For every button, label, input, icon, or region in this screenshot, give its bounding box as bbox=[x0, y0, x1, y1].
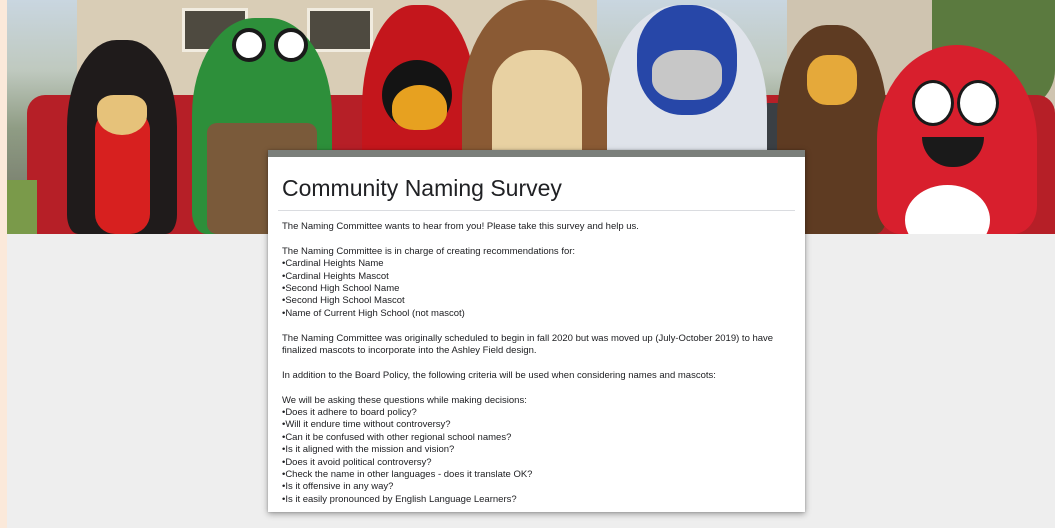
form-description: The Naming Committee wants to hear from … bbox=[268, 211, 805, 506]
charge-item: •Second High School Name bbox=[282, 283, 400, 295]
question-item: •Does it avoid political controversy? bbox=[282, 456, 432, 468]
questions-heading: We will be asking these questions while … bbox=[282, 394, 527, 406]
question-item: •Can it be confused with other regional … bbox=[282, 431, 512, 443]
banner-grass bbox=[7, 180, 37, 234]
form-title: Community Naming Survey bbox=[282, 175, 562, 201]
question-item: •Is it aligned with the mission and visi… bbox=[282, 444, 455, 456]
charge-heading: The Naming Committee is in charge of cre… bbox=[282, 245, 576, 257]
charge-item: •Cardinal Heights Name bbox=[282, 258, 384, 270]
schedule-text: finalized mascots to incorporate into th… bbox=[282, 345, 537, 357]
mascot-cardinal-black bbox=[67, 40, 177, 234]
question-item: •Is it offensive in any way? bbox=[282, 481, 394, 493]
charge-item: •Cardinal Heights Mascot bbox=[282, 270, 389, 282]
card-accent-strip bbox=[268, 150, 805, 157]
banner-window bbox=[307, 8, 373, 52]
form-header-card: Community Naming Survey The Naming Commi… bbox=[268, 150, 805, 512]
criteria-text: In addition to the Board Policy, the fol… bbox=[282, 369, 716, 381]
question-item: •Check the name in other languages - doe… bbox=[282, 469, 533, 481]
mascot-red-drop bbox=[877, 45, 1037, 234]
question-item: •Will it endure time without controversy… bbox=[282, 419, 451, 431]
charge-item: •Name of Current High School (not mascot… bbox=[282, 307, 465, 319]
charge-item: •Second High School Mascot bbox=[282, 295, 405, 307]
schedule-text: The Naming Committee was originally sche… bbox=[282, 332, 774, 344]
question-item: •Does it adhere to board policy? bbox=[282, 407, 417, 419]
intro-text: The Naming Committee wants to hear from … bbox=[282, 221, 639, 232]
question-item: •Is it easily pronounced by English Lang… bbox=[282, 493, 517, 505]
